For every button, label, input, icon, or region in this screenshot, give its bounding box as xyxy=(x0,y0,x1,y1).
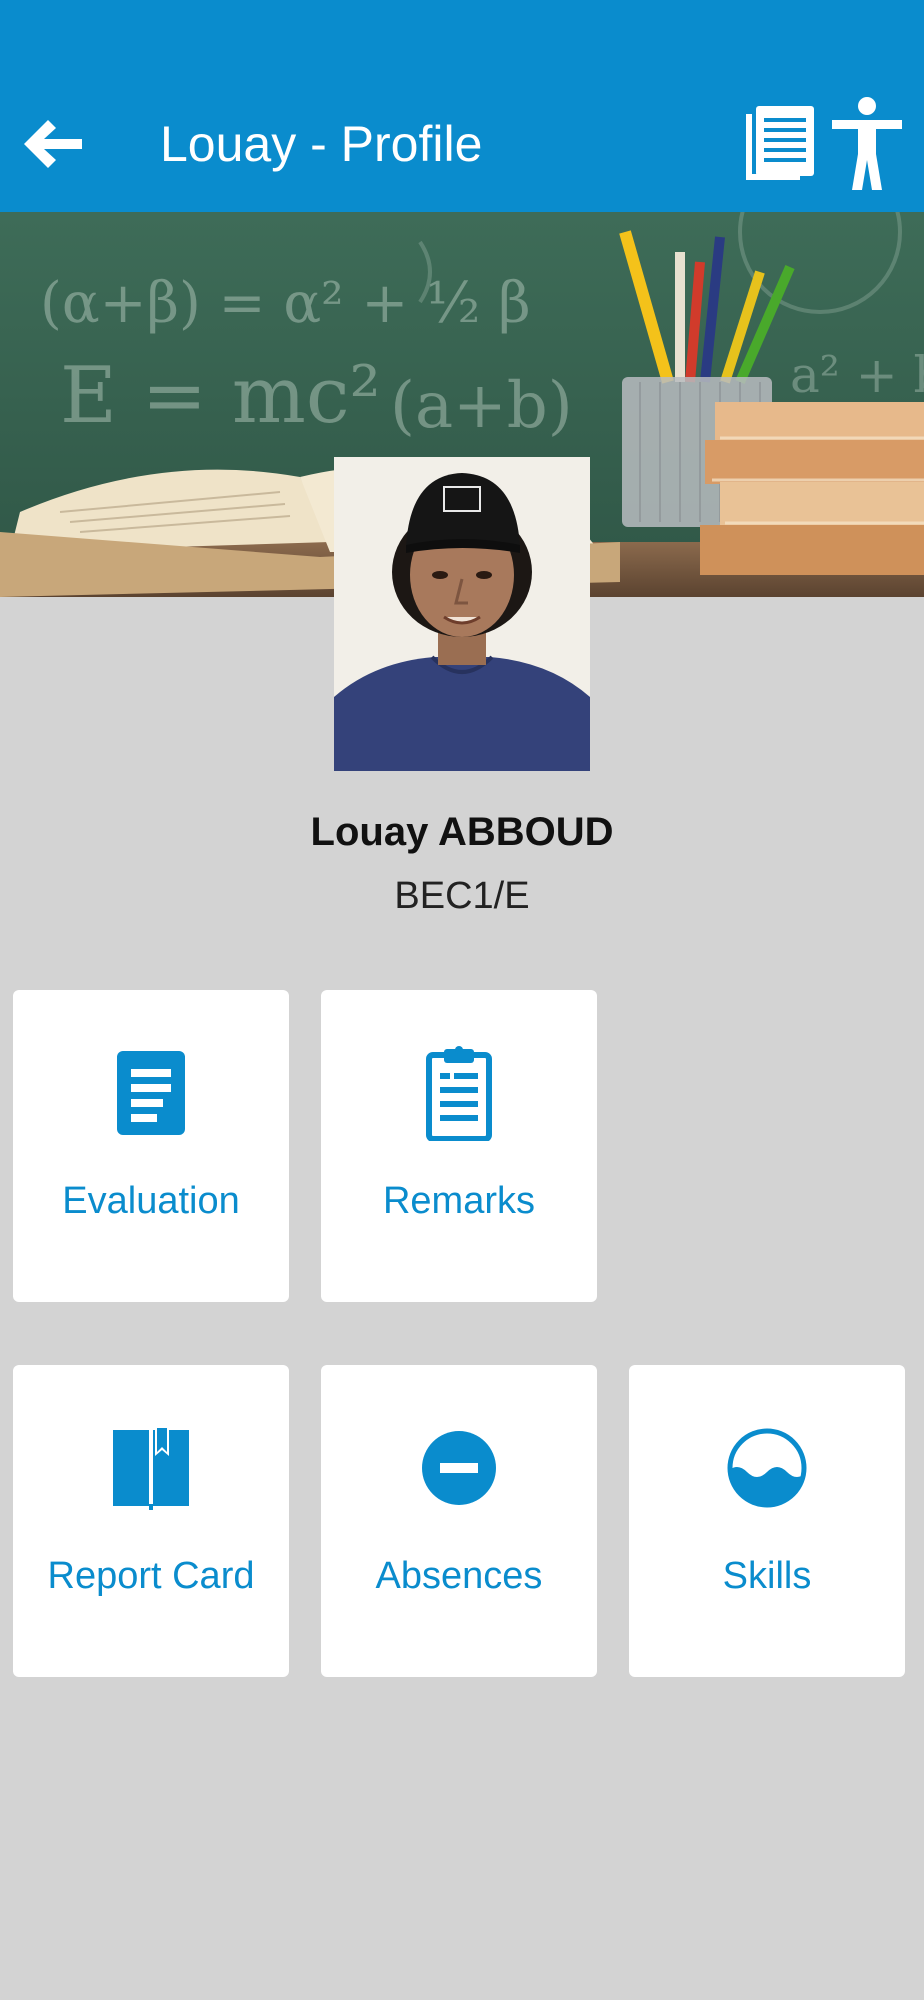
chalk-formula-4: a² + b² xyxy=(790,346,924,404)
chalk-formula-2: E = mc² xyxy=(60,351,381,441)
skills-tile[interactable]: Skills xyxy=(629,1365,905,1677)
document-button[interactable] xyxy=(740,100,820,186)
remarks-tile[interactable]: Remarks xyxy=(321,990,597,1302)
report-card-tile[interactable]: Report Card xyxy=(13,1365,289,1677)
wave-circle-icon xyxy=(727,1428,807,1508)
absences-label: Absences xyxy=(375,1555,543,1597)
page-title: Louay - Profile xyxy=(160,116,483,172)
back-arrow-icon xyxy=(24,120,82,168)
accessibility-icon xyxy=(832,97,902,190)
absences-tile[interactable]: Absences xyxy=(321,1365,597,1677)
minus-circle-icon xyxy=(422,1431,496,1505)
evaluation-tile[interactable]: Evaluation xyxy=(13,990,289,1302)
remarks-label: Remarks xyxy=(382,1180,536,1222)
skills-label: Skills xyxy=(722,1555,812,1597)
chalk-formula-1: (α+β) = α² + ½ β xyxy=(40,271,531,336)
chalk-formula-3: (a+b) xyxy=(390,369,573,443)
student-name: Louay ABBOUD xyxy=(310,810,614,854)
document-icon xyxy=(117,1051,185,1135)
app-header: Louay - Profile xyxy=(0,0,924,212)
profile-photo xyxy=(334,457,590,771)
clipboard-icon xyxy=(426,1046,492,1141)
report-card-label: Report Card xyxy=(47,1555,255,1597)
accessibility-button[interactable] xyxy=(830,96,904,192)
book-icon xyxy=(113,1426,189,1510)
back-button[interactable] xyxy=(18,108,90,180)
evaluation-label: Evaluation xyxy=(62,1180,240,1222)
document-list-icon xyxy=(746,106,814,180)
student-class: BEC1/E xyxy=(394,875,530,917)
